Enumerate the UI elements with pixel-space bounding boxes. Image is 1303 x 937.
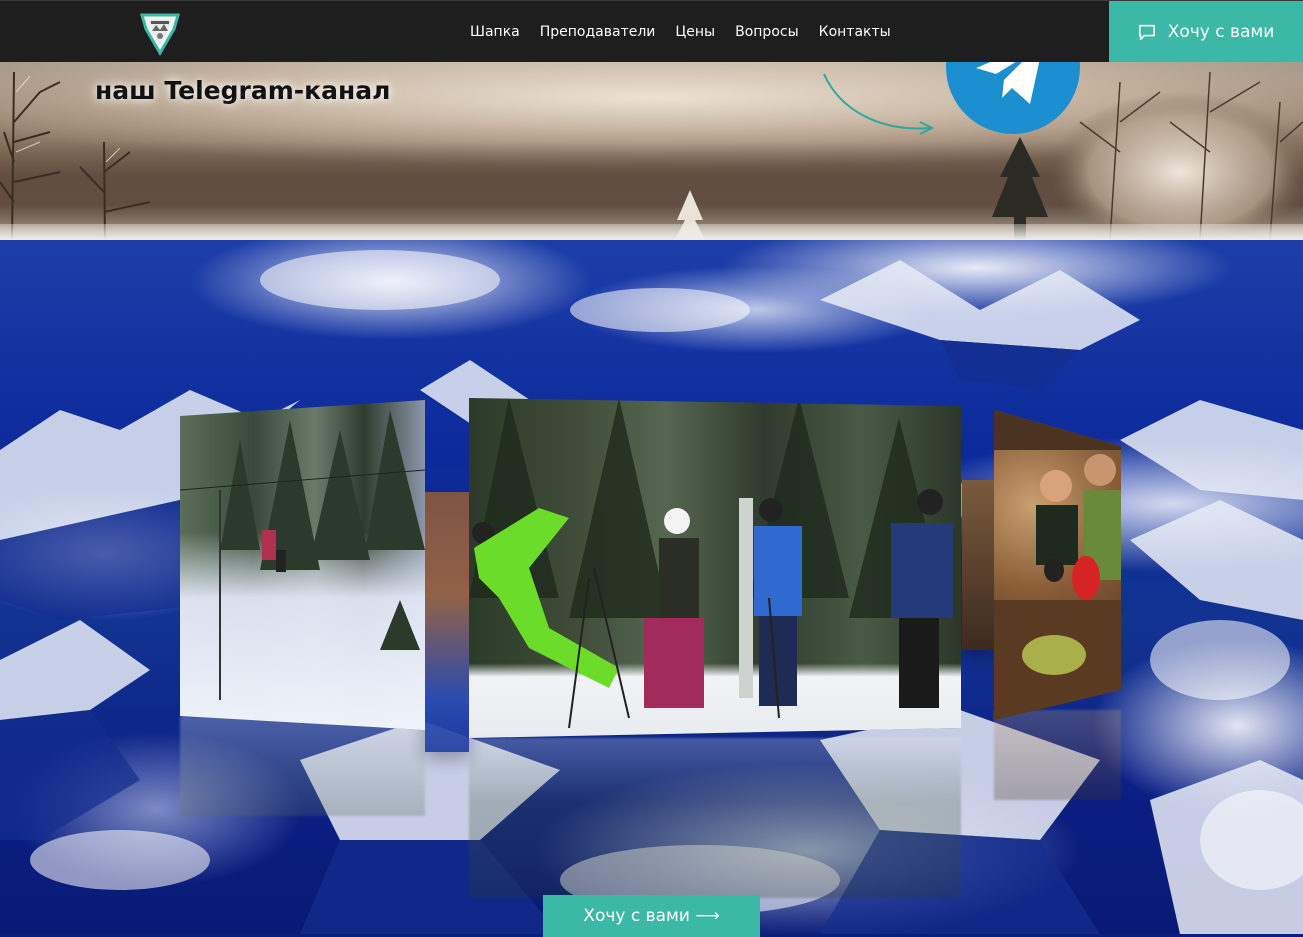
banner-title: наш Telegram-канал	[95, 76, 391, 105]
nav-item-prices[interactable]: Цены	[675, 24, 715, 40]
telegram-channel-link[interactable]	[946, 62, 1080, 134]
frosty-trees-right	[1050, 71, 1303, 240]
nav-item-contacts[interactable]: Контакты	[819, 24, 891, 40]
want-with-you-button[interactable]: Хочу с вами	[1109, 1, 1303, 62]
nav-item-teachers[interactable]: Преподаватели	[540, 24, 656, 40]
curved-arrow-icon	[823, 73, 935, 135]
telegram-banner: наш Telegram-канал	[0, 62, 1303, 240]
diamond-logo-icon[interactable]	[138, 9, 182, 57]
top-navbar: Шапка Преподаватели Цены Вопросы Контакт…	[0, 0, 1303, 62]
left-photo-reflection	[180, 716, 425, 816]
gallery-photo-back-left[interactable]	[425, 492, 469, 752]
gallery-photo-restaurant[interactable]	[994, 410, 1121, 720]
chat-bubble-icon	[1138, 24, 1155, 40]
center-photo-reflection	[469, 738, 961, 898]
gallery-photo-back-right[interactable]	[962, 480, 994, 650]
gallery-photo-ski-lift[interactable]	[180, 400, 425, 730]
want-with-you-bottom-button[interactable]: Хочу с вами ⟶	[543, 895, 760, 937]
gallery-photo-skiers[interactable]	[469, 398, 961, 738]
photo-gallery-section	[0, 240, 1303, 934]
nav-item-questions[interactable]: Вопросы	[735, 24, 799, 40]
banner-bottom-edge	[0, 224, 1303, 240]
main-nav: Шапка Преподаватели Цены Вопросы Контакт…	[470, 1, 891, 63]
right-photo-reflection	[994, 710, 1121, 800]
nav-item-header[interactable]: Шапка	[470, 24, 520, 40]
telegram-plane-icon	[976, 62, 1040, 104]
cta-top-label: Хочу с вами	[1167, 21, 1275, 42]
